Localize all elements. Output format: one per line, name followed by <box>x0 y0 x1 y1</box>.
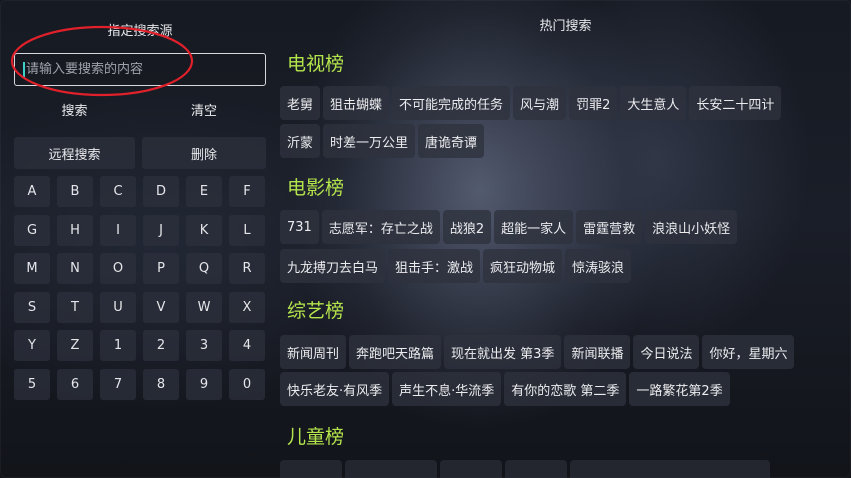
hot-search-tag[interactable]: 大生意人 <box>620 86 687 120</box>
key-p[interactable]: P <box>143 253 179 285</box>
movie-row-2: 九龙搏刀去白马 狙击手：激战 疯狂动物城 惊涛骇浪 <box>280 249 632 283</box>
hot-search-tag[interactable]: 新闻周刊 <box>280 335 347 369</box>
key-s[interactable]: S <box>14 291 50 323</box>
key-j[interactable]: J <box>143 214 179 246</box>
hot-search-tag[interactable]: 奔跑吧天路篇 <box>349 335 442 369</box>
search-panel: 指定搜索源 搜索 清空 远程搜索 删除 ABCDEF GHIJKL MNOPQR ST… <box>0 0 280 478</box>
variety-row-1: 新闻周刊 奔跑吧天路篇 现在就出发 第3季 新闻联播 今日说法 你好，星期六 <box>280 335 795 369</box>
hot-search-title: 热门搜索 <box>539 19 592 34</box>
hot-search-tag[interactable]: 时差一万公里 <box>323 124 416 158</box>
key-n[interactable]: N <box>57 253 93 285</box>
kids-tag-placeholder[interactable] <box>345 460 437 478</box>
key-q[interactable]: Q <box>186 253 222 285</box>
hot-search-tag[interactable]: 有你的恋歌 第二季 <box>504 372 627 406</box>
key-3[interactable]: 3 <box>186 330 222 362</box>
search-button[interactable]: 搜索 <box>14 93 135 125</box>
key-h[interactable]: H <box>57 214 93 246</box>
section-title-variety: 综艺榜 <box>287 300 345 322</box>
key-r[interactable]: R <box>229 253 265 285</box>
key-9[interactable]: 9 <box>186 368 222 400</box>
key-i[interactable]: I <box>100 214 136 246</box>
hot-search-tag[interactable]: 现在就出发 第3季 <box>444 335 562 369</box>
key-4[interactable]: 4 <box>229 330 265 362</box>
key-o[interactable]: O <box>100 253 136 285</box>
keyboard-grid: ABCDEF GHIJKL MNOPQR STUVWX YZ1234 567890 <box>14 176 265 400</box>
hot-search-tag[interactable]: 雷霆营救 <box>576 210 643 244</box>
key-8[interactable]: 8 <box>143 368 179 400</box>
key-y[interactable]: Y <box>14 330 50 362</box>
section-title-movie: 电影榜 <box>287 177 345 199</box>
source-selector-label[interactable]: 指定搜索源 <box>0 20 280 39</box>
hot-search-tag[interactable]: 一路繁花第2季 <box>629 372 730 406</box>
kids-tag-placeholder[interactable] <box>505 460 567 478</box>
hot-search-tag[interactable]: 狙击手：激战 <box>388 249 481 283</box>
hot-search-tag[interactable]: 你好，星期六 <box>702 335 795 369</box>
search-input[interactable] <box>26 62 246 77</box>
section-title-tv: 电视榜 <box>287 53 345 75</box>
key-2[interactable]: 2 <box>143 330 179 362</box>
hot-search-tag[interactable]: 惊涛骇浪 <box>565 249 632 283</box>
hot-search-tag[interactable]: 罚罪2 <box>569 86 618 120</box>
key-c[interactable]: C <box>100 176 136 207</box>
key-f[interactable]: F <box>229 176 265 207</box>
key-g[interactable]: G <box>14 214 50 246</box>
hot-search-tag[interactable]: 浪浪山小妖怪 <box>645 210 738 244</box>
key-k[interactable]: K <box>186 214 222 246</box>
text-cursor <box>23 61 25 78</box>
key-6[interactable]: 6 <box>57 368 93 400</box>
hot-search-tag[interactable]: 唐诡奇谭 <box>418 124 485 158</box>
hot-search-tag[interactable]: 九龙搏刀去白马 <box>280 249 386 283</box>
remote-search-button[interactable]: 远程搜索 <box>14 137 135 169</box>
hot-search-tag[interactable]: 战狼2 <box>442 210 492 244</box>
key-7[interactable]: 7 <box>100 368 136 400</box>
search-input-box[interactable] <box>14 53 266 86</box>
key-t[interactable]: T <box>57 291 93 323</box>
delete-button[interactable]: 删除 <box>142 137 266 169</box>
hot-search-tag[interactable]: 狙击蝴蝶 <box>323 86 390 120</box>
key-z[interactable]: Z <box>57 330 93 362</box>
key-b[interactable]: B <box>57 176 93 207</box>
hot-search-tag[interactable]: 今日说法 <box>633 335 700 369</box>
key-1[interactable]: 1 <box>100 330 136 362</box>
hot-search-tag[interactable]: 风与潮 <box>513 86 567 120</box>
clear-button[interactable]: 清空 <box>142 93 266 125</box>
movie-row-1: 731 志愿军：存亡之战 战狼2 超能一家人 雷霆营救 浪浪山小妖怪 <box>280 210 738 244</box>
key-v[interactable]: V <box>143 291 179 323</box>
variety-row-2: 快乐老友·有风季 声生不息·华流季 有你的恋歌 第二季 一路繁花第2季 <box>280 372 730 406</box>
key-e[interactable]: E <box>186 176 222 207</box>
key-l[interactable]: L <box>229 214 265 246</box>
hot-search-tag[interactable]: 沂蒙 <box>280 124 321 158</box>
key-d[interactable]: D <box>143 176 179 207</box>
hot-search-tag[interactable]: 新闻联播 <box>564 335 631 369</box>
kids-tag-placeholder[interactable] <box>440 460 502 478</box>
key-x[interactable]: X <box>229 291 265 323</box>
key-a[interactable]: A <box>14 176 50 207</box>
kids-tag-placeholder[interactable] <box>280 460 342 478</box>
key-5[interactable]: 5 <box>14 368 50 400</box>
kids-row-partial <box>280 460 770 478</box>
key-m[interactable]: M <box>14 253 50 285</box>
hot-search-tag[interactable]: 志愿军：存亡之战 <box>321 210 440 244</box>
hot-search-tag[interactable]: 不可能完成的任务 <box>392 86 511 120</box>
tv-row-2: 沂蒙 时差一万公里 唐诡奇谭 <box>280 124 485 158</box>
hot-search-tag[interactable]: 声生不息·华流季 <box>392 372 502 406</box>
hot-search-tag[interactable]: 731 <box>280 210 319 244</box>
tv-row-1: 老舅 狙击蝴蝶 不可能完成的任务 风与潮 罚罪2 大生意人 长安二十四计 <box>280 86 782 120</box>
hot-search-tag[interactable]: 超能一家人 <box>494 210 574 244</box>
key-w[interactable]: W <box>186 291 222 323</box>
key-u[interactable]: U <box>100 291 136 323</box>
hot-search-tag[interactable]: 长安二十四计 <box>689 86 782 120</box>
section-title-kids: 儿童榜 <box>287 426 345 448</box>
kids-tag-placeholder[interactable] <box>570 460 770 478</box>
hot-search-tag[interactable]: 快乐老友·有风季 <box>280 372 390 406</box>
hot-search-tag[interactable]: 疯狂动物城 <box>483 249 563 283</box>
hot-search-tag[interactable]: 老舅 <box>280 86 321 120</box>
key-0[interactable]: 0 <box>229 368 265 400</box>
